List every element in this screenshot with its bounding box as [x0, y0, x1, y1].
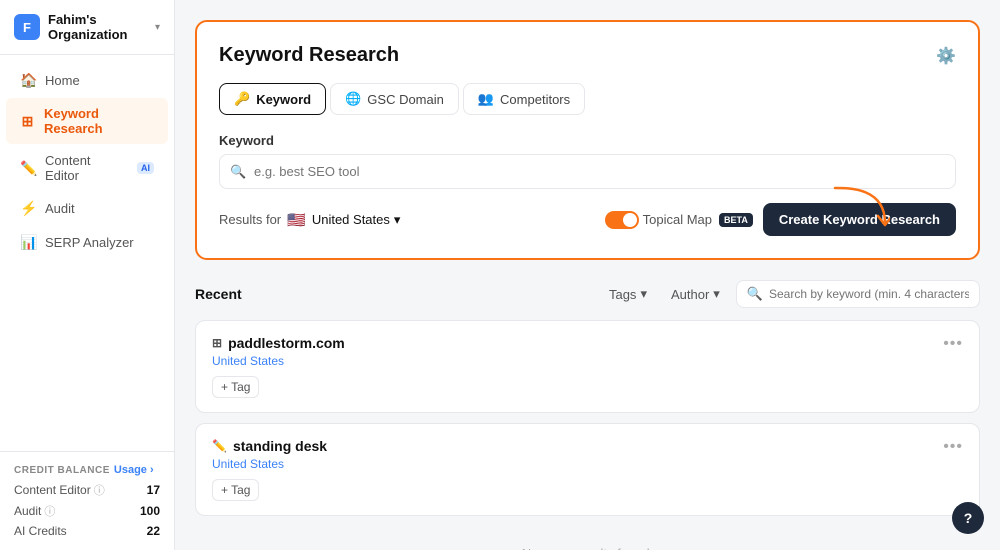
- more-options-button-paddlestorm[interactable]: •••: [943, 335, 963, 353]
- search-recent-wrap: 🔍: [736, 280, 980, 308]
- competitors-tab-icon: 👥: [478, 91, 494, 107]
- result-card-standing-desk-title-wrap: ✏️ standing desk United States + Tag: [212, 438, 327, 501]
- kw-card-header: Keyword Research ⚙️: [219, 44, 956, 67]
- topical-map-toggle-wrap: Topical Map BETA: [605, 211, 753, 229]
- beta-badge: BETA: [719, 213, 753, 227]
- gsc-domain-tab-icon: 🌐: [345, 91, 361, 107]
- credit-row-content-editor: Content Editor ⓘ 17: [14, 482, 160, 498]
- topical-map-label: Topical Map: [643, 212, 712, 227]
- result-card-standing-desk-title: ✏️ standing desk: [212, 438, 327, 454]
- credit-ai-credits-name: AI Credits: [14, 524, 67, 538]
- result-card-paddlestorm: ⊞ paddlestorm.com United States + Tag ••…: [195, 320, 980, 413]
- nav-items: 🏠 Home ⊞ Keyword Research ✏️ Content Edi…: [0, 55, 174, 451]
- keyword-research-icon: ⊞: [20, 113, 35, 130]
- sidebar-item-audit-label: Audit: [45, 201, 75, 216]
- credit-content-editor-value: 17: [147, 483, 160, 497]
- result-card-standing-desk-tag-button[interactable]: + Tag: [212, 479, 259, 501]
- credit-row-audit: Audit ⓘ 100: [14, 503, 160, 519]
- more-options-button-standing-desk[interactable]: •••: [943, 438, 963, 456]
- usage-link[interactable]: Usage ›: [114, 464, 154, 476]
- keyword-type-icon: ✏️: [212, 439, 227, 453]
- keyword-input[interactable]: [219, 154, 956, 189]
- result-card-paddlestorm-country: United States: [212, 354, 345, 368]
- result-card-standing-desk-country: United States: [212, 457, 327, 471]
- credit-content-editor-name: Content Editor ⓘ: [14, 482, 105, 498]
- sidebar-item-serp-analyzer[interactable]: 📊 SERP Analyzer: [6, 226, 168, 259]
- results-bar: Results for 🇺🇸 United States ▾ Topical M…: [219, 203, 956, 236]
- serp-analyzer-icon: 📊: [20, 234, 36, 251]
- country-name: United States: [312, 212, 390, 227]
- author-filter-label: Author: [671, 287, 709, 302]
- org-name: Fahim's Organization: [48, 12, 147, 42]
- main-content: Keyword Research ⚙️ 🔑 Keyword 🌐 GSC Doma…: [175, 0, 1000, 550]
- results-right: Topical Map BETA Create Keyword Research: [605, 203, 956, 236]
- chevron-down-icon: ▾: [155, 22, 160, 33]
- result-card-paddlestorm-tag-button[interactable]: + Tag: [212, 376, 259, 398]
- credit-row-ai-credits: AI Credits 22: [14, 524, 160, 538]
- kw-card-title: Keyword Research: [219, 44, 399, 67]
- credit-ai-credits-value: 22: [147, 524, 160, 538]
- sidebar: F Fahim's Organization ▾ 🏠 Home ⊞ Keywor…: [0, 0, 175, 550]
- author-filter-button[interactable]: Author ▾: [663, 282, 728, 306]
- help-button[interactable]: ?: [952, 502, 984, 534]
- tags-filter-label: Tags: [609, 287, 636, 302]
- tags-chevron-icon: ▾: [640, 286, 647, 302]
- info-icon-content-editor: ⓘ: [94, 482, 105, 498]
- result-card-standing-desk-header: ✏️ standing desk United States + Tag •••: [212, 438, 963, 501]
- recent-header: Recent Tags ▾ Author ▾ 🔍: [195, 280, 980, 308]
- sidebar-header[interactable]: F Fahim's Organization ▾: [0, 0, 174, 55]
- flag-icon: 🇺🇸: [287, 211, 306, 229]
- keyword-tab-icon: 🔑: [234, 91, 250, 107]
- audit-icon: ⚡: [20, 200, 36, 217]
- tab-gsc-domain[interactable]: 🌐 GSC Domain: [330, 83, 459, 115]
- create-keyword-research-button[interactable]: Create Keyword Research: [763, 203, 956, 236]
- credit-audit-value: 100: [140, 504, 160, 518]
- search-icon: 🔍: [230, 164, 246, 180]
- credit-audit-name: Audit ⓘ: [14, 503, 55, 519]
- country-chevron-icon: ▾: [394, 212, 401, 228]
- country-dropdown[interactable]: United States ▾: [312, 212, 401, 228]
- settings-icon[interactable]: ⚙️: [936, 46, 956, 66]
- sidebar-item-audit[interactable]: ⚡ Audit: [6, 192, 168, 225]
- results-left: Results for 🇺🇸 United States ▾: [219, 211, 400, 229]
- sidebar-item-keyword-research-label: Keyword Research: [44, 106, 154, 136]
- tab-competitors[interactable]: 👥 Competitors: [463, 83, 585, 115]
- content-editor-icon: ✏️: [20, 160, 36, 177]
- sidebar-item-serp-analyzer-label: SERP Analyzer: [45, 235, 134, 250]
- keyword-input-wrap: 🔍: [219, 154, 956, 189]
- topical-map-toggle[interactable]: [605, 211, 639, 229]
- sidebar-item-keyword-research[interactable]: ⊞ Keyword Research: [6, 98, 168, 144]
- no-more-results: No more results found.: [195, 526, 980, 550]
- author-chevron-icon: ▾: [713, 286, 720, 302]
- tab-bar: 🔑 Keyword 🌐 GSC Domain 👥 Competitors: [219, 83, 956, 115]
- sidebar-item-home-label: Home: [45, 73, 80, 88]
- recent-filters: Tags ▾ Author ▾ 🔍: [601, 280, 980, 308]
- home-icon: 🏠: [20, 72, 36, 89]
- result-card-paddlestorm-header: ⊞ paddlestorm.com United States + Tag ••…: [212, 335, 963, 398]
- keyword-label: Keyword: [219, 133, 956, 148]
- ai-badge: AI: [137, 162, 154, 174]
- credit-balance-label: CREDIT BALANCE: [14, 465, 110, 476]
- result-card-paddlestorm-title-wrap: ⊞ paddlestorm.com United States + Tag: [212, 335, 345, 398]
- sidebar-item-home[interactable]: 🏠 Home: [6, 64, 168, 97]
- search-recent-input[interactable]: [769, 287, 969, 301]
- toggle-dot: [623, 213, 637, 227]
- tab-keyword[interactable]: 🔑 Keyword: [219, 83, 326, 115]
- results-for-label: Results for: [219, 212, 281, 227]
- domain-type-icon: ⊞: [212, 336, 222, 350]
- keyword-research-card: Keyword Research ⚙️ 🔑 Keyword 🌐 GSC Doma…: [195, 20, 980, 260]
- org-avatar: F: [14, 14, 40, 40]
- sidebar-item-content-editor[interactable]: ✏️ Content Editor AI: [6, 145, 168, 191]
- sidebar-footer: CREDIT BALANCE Usage › Content Editor ⓘ …: [0, 451, 174, 550]
- search-recent-icon: 🔍: [747, 286, 763, 302]
- result-card-standing-desk: ✏️ standing desk United States + Tag •••: [195, 423, 980, 516]
- recent-title: Recent: [195, 286, 242, 302]
- info-icon-audit: ⓘ: [44, 503, 55, 519]
- sidebar-item-content-editor-label: Content Editor: [45, 153, 126, 183]
- result-card-paddlestorm-title: ⊞ paddlestorm.com: [212, 335, 345, 351]
- tags-filter-button[interactable]: Tags ▾: [601, 282, 655, 306]
